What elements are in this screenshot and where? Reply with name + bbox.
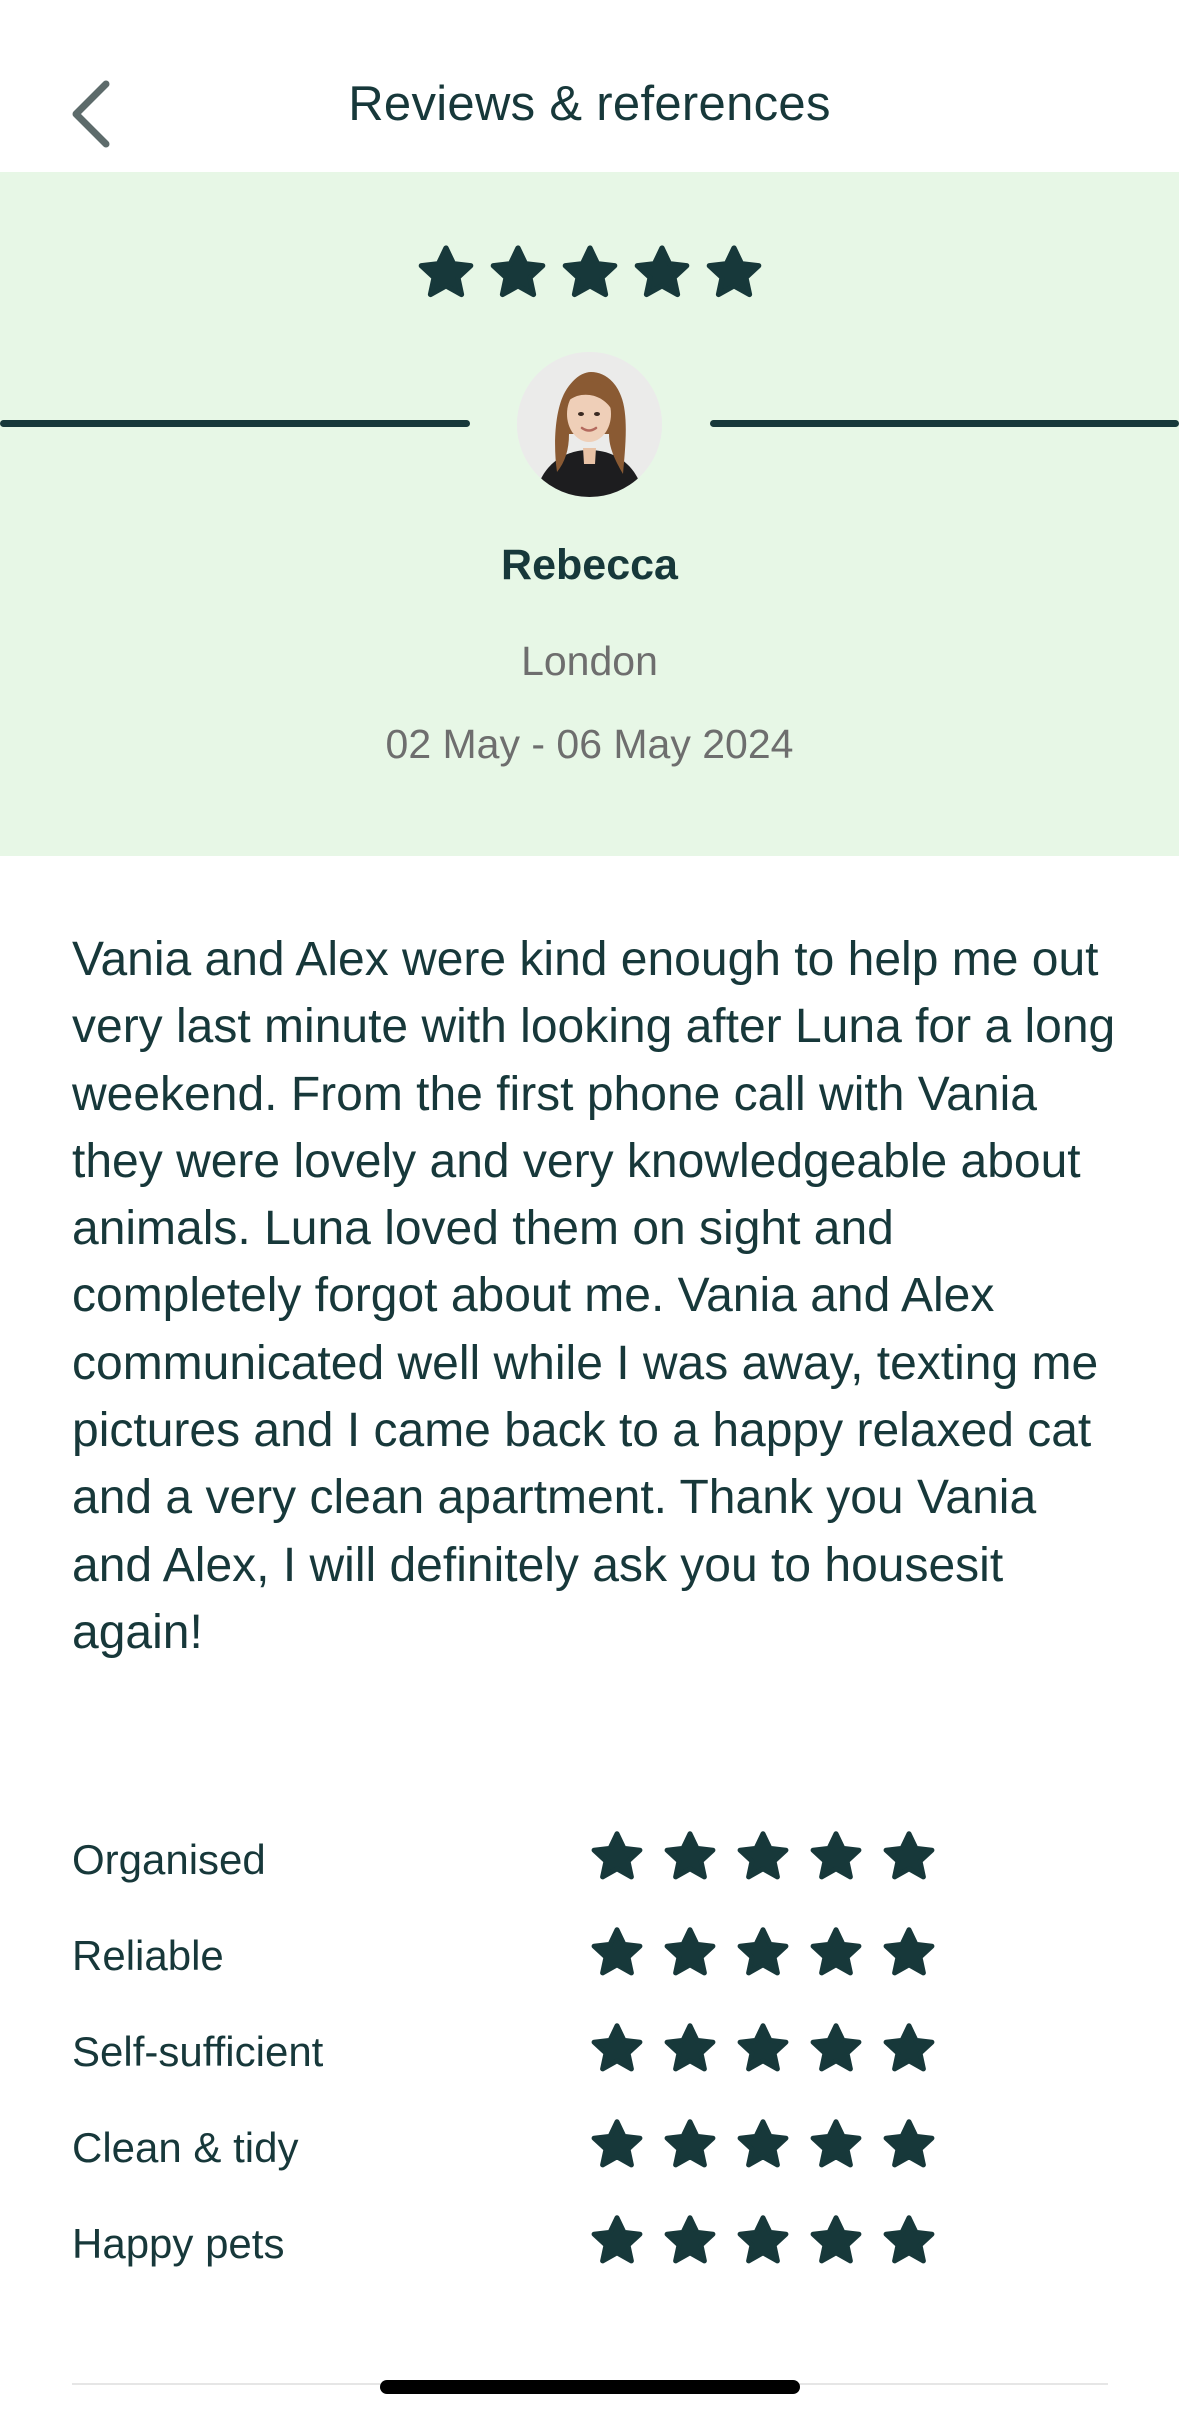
rating-breakdown: Organised Reliable Self-sufficient Clean… xyxy=(72,1830,1112,2310)
rating-stars xyxy=(590,2022,936,2074)
star-filled-icon xyxy=(883,1927,935,1976)
star-filled-icon xyxy=(664,1927,716,1976)
star-filled-icon xyxy=(664,2023,716,2072)
star-filled-icon xyxy=(883,2023,935,2072)
rating-stars xyxy=(590,2214,936,2266)
star-filled-icon xyxy=(810,2023,862,2072)
star-filled-icon xyxy=(810,1831,862,1880)
rating-row-reliable: Reliable xyxy=(72,1926,1112,2022)
home-indicator[interactable] xyxy=(380,2380,800,2394)
star-filled-icon xyxy=(591,2215,643,2264)
star-filled-icon xyxy=(490,245,545,298)
rating-label: Clean & tidy xyxy=(72,2124,299,2171)
star-filled-icon xyxy=(883,2119,935,2168)
rating-label: Reliable xyxy=(72,1932,224,1979)
rating-row-organised: Organised xyxy=(72,1830,1112,1926)
star-filled-icon xyxy=(810,2119,862,2168)
rating-stars xyxy=(590,2118,936,2170)
rating-row-happy-pets: Happy pets xyxy=(72,2214,1112,2310)
rating-label: Happy pets xyxy=(72,2220,285,2267)
star-filled-icon xyxy=(737,2215,789,2264)
reviewer-name: Rebecca xyxy=(501,541,678,589)
star-filled-icon xyxy=(562,245,617,298)
star-filled-icon xyxy=(810,2215,862,2264)
overall-rating xyxy=(0,244,1179,300)
star-filled-icon xyxy=(664,1831,716,1880)
star-filled-icon xyxy=(591,1831,643,1880)
rating-label: Organised xyxy=(72,1836,266,1883)
stay-dates: 02 May - 06 May 2024 xyxy=(385,721,794,767)
divider-line-right xyxy=(710,420,1179,427)
rating-stars xyxy=(590,1926,936,1978)
star-filled-icon xyxy=(591,2119,643,2168)
star-filled-icon xyxy=(883,1831,935,1880)
rating-stars xyxy=(590,1830,936,1882)
star-filled-icon xyxy=(664,2119,716,2168)
star-filled-icon xyxy=(737,2119,789,2168)
star-filled-icon xyxy=(634,245,689,298)
star-filled-icon xyxy=(737,1831,789,1880)
page-title: Reviews & references xyxy=(348,77,831,131)
rating-label: Self-sufficient xyxy=(72,2028,324,2075)
review-body: Vania and Alex were kind enough to help … xyxy=(72,933,1116,1659)
rating-row-self-sufficient: Self-sufficient xyxy=(72,2022,1112,2118)
star-filled-icon xyxy=(737,1927,789,1976)
star-filled-icon xyxy=(591,2023,643,2072)
divider-line-left xyxy=(0,420,470,427)
rating-row-clean-tidy: Clean & tidy xyxy=(72,2118,1112,2214)
star-filled-icon xyxy=(883,2215,935,2264)
reviewer-location: London xyxy=(521,638,658,684)
star-filled-icon xyxy=(418,245,473,298)
star-filled-icon xyxy=(810,1927,862,1976)
reviewer-avatar xyxy=(517,352,662,497)
star-filled-icon xyxy=(664,2215,716,2264)
star-filled-icon xyxy=(591,1927,643,1976)
star-filled-icon xyxy=(706,245,761,298)
star-filled-icon xyxy=(737,2023,789,2072)
top-bar: Reviews & references xyxy=(0,0,1179,172)
